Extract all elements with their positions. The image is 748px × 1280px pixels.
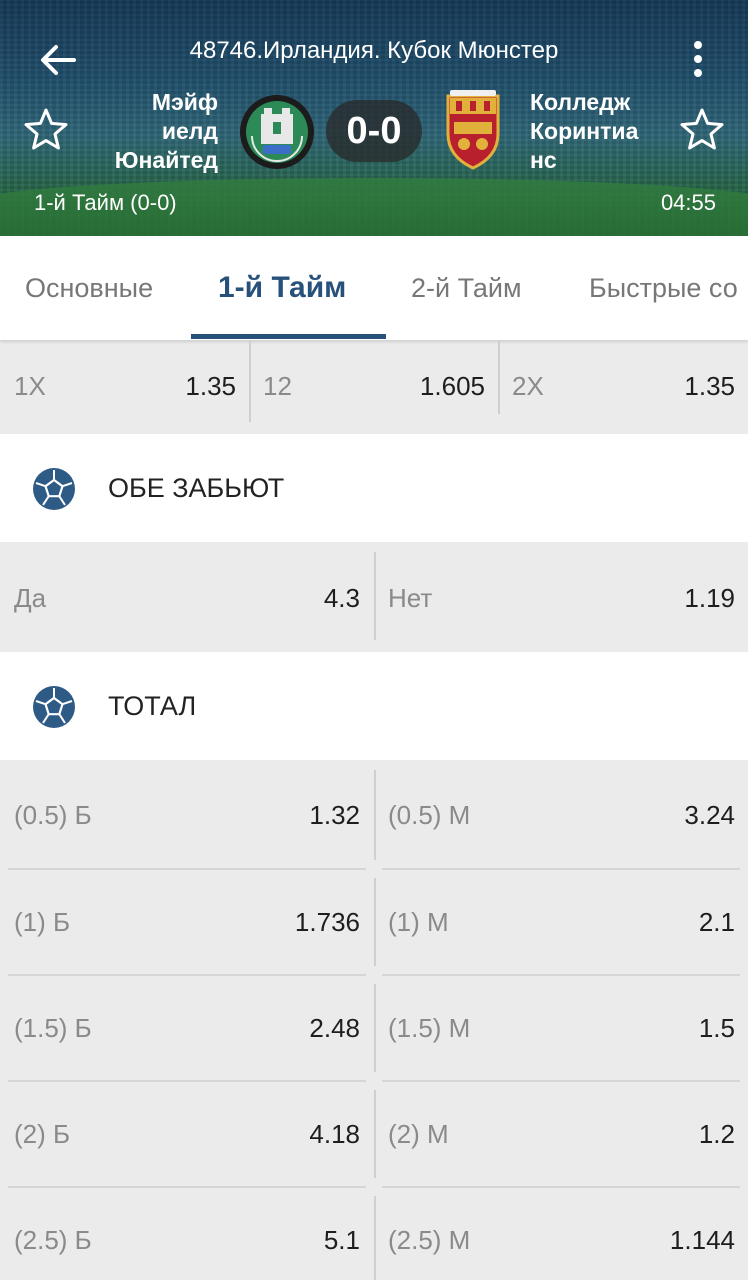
- odds-value: 1.144: [669, 1224, 735, 1255]
- odds-value: 2.1: [698, 906, 735, 937]
- odds-label: 1X: [14, 370, 46, 401]
- odds-value: 5.1: [323, 1224, 360, 1255]
- odds-cell-1x[interactable]: 1X 1.35: [14, 340, 236, 432]
- odds-value: 1.32: [309, 799, 360, 830]
- odds-label: 12: [263, 370, 292, 401]
- odds-cell-under[interactable]: (2) М 1.2: [388, 1082, 735, 1186]
- total-row: (2.5) Б 5.1 (2.5) М 1.144: [0, 1188, 748, 1280]
- section-title: ТОТАЛ: [108, 691, 197, 721]
- tab-first-half[interactable]: 1-й Тайм: [218, 236, 346, 340]
- odds-value: 4.3: [323, 582, 360, 613]
- odds-label: (2.5) Б: [14, 1224, 92, 1255]
- double-chance-row: 1X 1.35 12 1.605 2X 1.35: [0, 340, 748, 432]
- star-outline-icon: [24, 108, 68, 150]
- odds-label: 2X: [512, 370, 544, 401]
- match-score: 0-0: [326, 100, 422, 162]
- section-title: ОБЕ ЗАБЬЮТ: [108, 473, 285, 503]
- total-row: (0.5) Б 1.32 (0.5) М 3.24: [0, 762, 748, 868]
- odds-label: Да: [14, 582, 47, 613]
- odds-cell-no[interactable]: Нет 1.19: [388, 544, 735, 652]
- total-row: (2) Б 4.18 (2) М 1.2: [0, 1082, 748, 1186]
- away-team-name: Колледж Коринтиа нс: [530, 89, 639, 173]
- tab-second-half[interactable]: 2-й Тайм: [411, 236, 522, 340]
- odds-cell-yes[interactable]: Да 4.3: [14, 544, 360, 652]
- odds-label: Нет: [388, 582, 433, 613]
- football-icon: [33, 468, 75, 510]
- odds-value: 2.48: [309, 1012, 360, 1043]
- tab-quick-bets[interactable]: Быстрые со: [589, 236, 738, 340]
- odds-cell-under[interactable]: (2.5) М 1.144: [388, 1188, 735, 1280]
- odds-value: 4.18: [309, 1118, 360, 1149]
- odds-label: (2) М: [388, 1118, 449, 1149]
- away-team-crest: [442, 88, 504, 172]
- odds-label: (1) М: [388, 906, 449, 937]
- more-button[interactable]: [682, 38, 714, 82]
- favorite-away-button[interactable]: [678, 106, 726, 154]
- odds-cell-over[interactable]: (1) Б 1.736: [14, 870, 360, 974]
- odds-cell-12[interactable]: 12 1.605: [263, 340, 485, 432]
- both-score-row: Да 4.3 Нет 1.19: [0, 544, 748, 652]
- odds-value: 1.5: [698, 1012, 735, 1043]
- football-icon: [33, 686, 75, 728]
- odds-cell-under[interactable]: (1) М 2.1: [388, 870, 735, 974]
- star-outline-icon: [680, 108, 724, 150]
- odds-label: (1.5) М: [388, 1012, 471, 1043]
- odds-value: 1.35: [684, 370, 735, 401]
- odds-value: 1.605: [419, 370, 485, 401]
- odds-value: 1.19: [684, 582, 735, 613]
- odds-cell-over[interactable]: (2) Б 4.18: [14, 1082, 360, 1186]
- more-vertical-icon: [694, 41, 702, 77]
- match-clock: 04:55: [660, 190, 716, 215]
- odds-cell-over[interactable]: (0.5) Б 1.32: [14, 762, 360, 868]
- arrow-left-icon: [41, 45, 76, 75]
- odds-cell-under[interactable]: (1.5) М 1.5: [388, 976, 735, 1080]
- odds-label: (0.5) М: [388, 799, 471, 830]
- odds-label: (1) Б: [14, 906, 71, 937]
- match-header: 48746.Ирландия. Кубок Мюнстер Мэйф иелд …: [0, 0, 748, 236]
- odds-label: (0.5) Б: [14, 799, 92, 830]
- tab-main[interactable]: Основные: [25, 236, 153, 340]
- odds-value: 1.2: [698, 1118, 735, 1149]
- odds-cell-over[interactable]: (1.5) Б 2.48: [14, 976, 360, 1080]
- odds-cell-under[interactable]: (0.5) М 3.24: [388, 762, 735, 868]
- active-tab-indicator: [191, 334, 386, 339]
- odds-cell-2x[interactable]: 2X 1.35: [512, 340, 735, 432]
- match-period: 1-й Тайм (0-0): [34, 190, 177, 215]
- favorite-home-button[interactable]: [22, 106, 70, 154]
- total-row: (1) Б 1.736 (1) М 2.1: [0, 870, 748, 974]
- section-header-both-score[interactable]: ОБЕ ЗАБЬЮТ: [0, 434, 748, 542]
- odds-value: 1.35: [185, 370, 236, 401]
- odds-value: 3.24: [684, 799, 735, 830]
- odds-cell-over[interactable]: (2.5) Б 5.1: [14, 1188, 360, 1280]
- total-row: (1.5) Б 2.48 (1.5) М 1.5: [0, 976, 748, 1080]
- odds-label: (2.5) М: [388, 1224, 471, 1255]
- home-team-name: Мэйф иелд Юнайтед: [114, 89, 218, 173]
- odds-label: (2) Б: [14, 1118, 71, 1149]
- odds-label: (1.5) Б: [14, 1012, 92, 1043]
- home-team-crest: [238, 92, 316, 172]
- odds-value: 1.736: [294, 906, 360, 937]
- match-title: 48746.Ирландия. Кубок Мюнстер: [189, 37, 559, 64]
- section-header-total[interactable]: ТОТАЛ: [0, 652, 748, 760]
- back-button[interactable]: [36, 38, 80, 82]
- market-tabs: Основные 1-й Тайм 2-й Тайм Быстрые со: [0, 236, 748, 340]
